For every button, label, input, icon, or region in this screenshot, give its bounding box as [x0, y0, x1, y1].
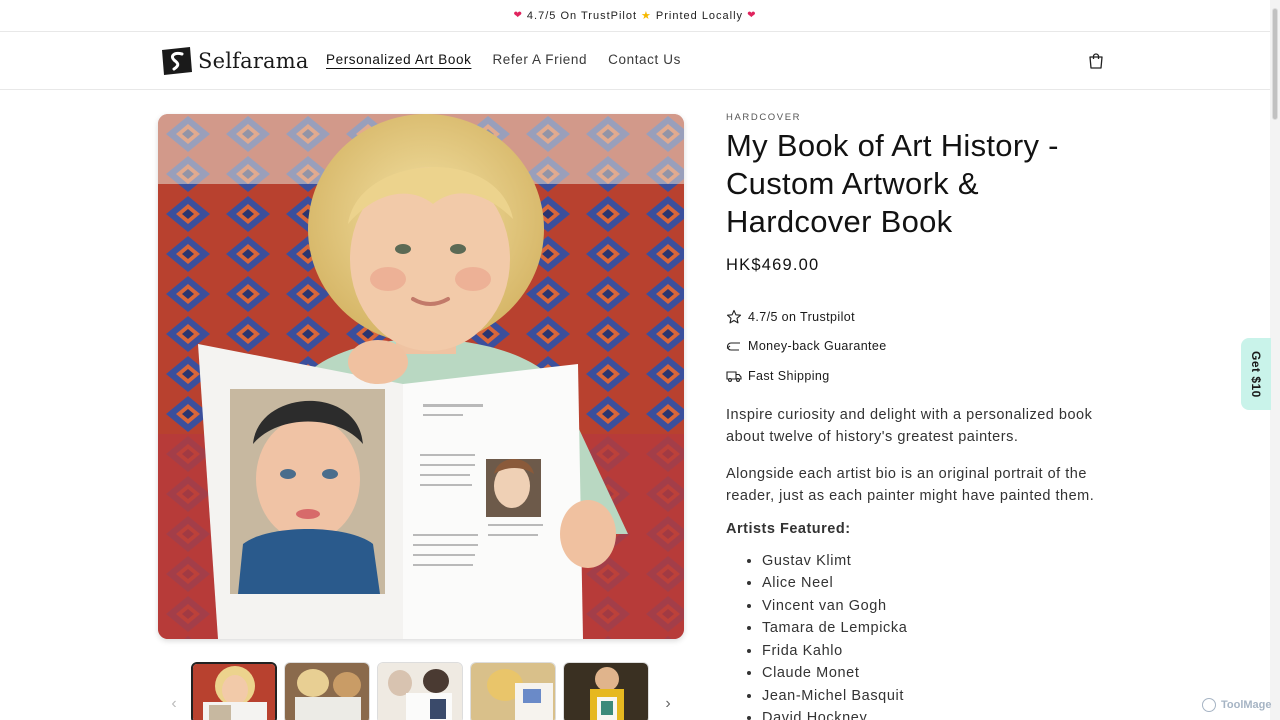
nav-refer-a-friend[interactable]: Refer A Friend [492, 52, 587, 67]
watermark-text: ToolMage [1221, 699, 1272, 711]
chevron-left-icon[interactable]: ‹ [166, 695, 182, 713]
shopping-bag-icon[interactable] [1087, 52, 1105, 70]
thumb-child-yellow-shirt[interactable] [470, 662, 556, 720]
announcement-bar: ❤ 4.7/5 On TrustPilot ★ Printed Locally … [0, 0, 1270, 32]
thumbnail-strip [191, 662, 649, 720]
list-item: Frida Kahlo [762, 640, 1126, 663]
thumb-two-children-reading[interactable] [284, 662, 370, 720]
list-item: Tamara de Lempicka [762, 617, 1126, 640]
announcement-text-2: Printed Locally [655, 9, 744, 22]
star-icon: ★ [641, 10, 652, 22]
announcement-text-1: 4.7/5 On TrustPilot [526, 9, 638, 22]
watermark: ToolMage [1202, 698, 1272, 712]
thumb-child-with-book[interactable] [191, 662, 277, 720]
artists-list: Gustav Klimt Alice Neel Vincent van Gogh… [726, 550, 1126, 720]
star-outline-icon [726, 309, 742, 324]
nav-contact-us[interactable]: Contact Us [608, 52, 681, 67]
thumb-grandparent-reading[interactable] [377, 662, 463, 720]
watermark-logo-icon [1202, 698, 1216, 712]
badge-text: Fast Shipping [748, 368, 830, 383]
badge-trustpilot: 4.7/5 on Trustpilot [726, 302, 1126, 332]
nav-personalized-art-book[interactable]: Personalized Art Book [326, 52, 471, 67]
get-10-referral-tab[interactable]: Get $10 [1241, 338, 1271, 410]
site-header: Selfarama Personalized Art Book Refer A … [0, 33, 1270, 90]
product-main-image[interactable] [158, 114, 684, 639]
list-item: David Hockney [762, 707, 1126, 720]
list-item: Claude Monet [762, 662, 1126, 685]
list-item: Alice Neel [762, 572, 1126, 595]
get-10-label: Get $10 [1249, 350, 1263, 398]
product-price: HK$469.00 [726, 256, 820, 274]
product-description-1: Inspire curiosity and delight with a per… [726, 406, 1093, 445]
product-vendor: HARDCOVER [726, 112, 802, 123]
main-nav: Personalized Art Book Refer A Friend Con… [326, 52, 681, 67]
product-info: HARDCOVER My Book of Art History - Custo… [726, 112, 1126, 720]
badge-text: Money-back Guarantee [748, 339, 887, 354]
badge-fast-shipping: Fast Shipping [726, 361, 1126, 391]
list-item: Vincent van Gogh [762, 595, 1126, 618]
return-arrow-icon [726, 342, 740, 351]
logo[interactable]: Selfarama [160, 46, 309, 76]
product-title: My Book of Art History - Custom Artwork … [726, 128, 1059, 239]
child-holding-book-photo [158, 114, 684, 639]
scrollbar-thumb[interactable] [1272, 8, 1278, 120]
logo-mark-icon [162, 47, 192, 75]
logo-text: Selfarama [198, 49, 309, 73]
page-scrollbar[interactable] [1270, 0, 1280, 720]
heart-icon: ❤ [747, 10, 757, 21]
list-item: Gustav Klimt [762, 550, 1126, 573]
product-description-2: Alongside each artist bio is an original… [726, 465, 1095, 504]
badge-money-back: Money-back Guarantee [726, 332, 1126, 362]
truck-icon [726, 371, 742, 382]
badge-text: 4.7/5 on Trustpilot [748, 309, 855, 324]
trust-badges: 4.7/5 on Trustpilot Money-back Guarantee… [726, 302, 1126, 391]
thumb-portrait-page[interactable] [563, 662, 649, 720]
artists-heading: Artists Featured: [726, 520, 851, 537]
list-item: Jean-Michel Basquit [762, 685, 1126, 708]
chevron-right-icon[interactable]: › [660, 695, 676, 713]
heart-icon: ❤ [513, 10, 523, 21]
